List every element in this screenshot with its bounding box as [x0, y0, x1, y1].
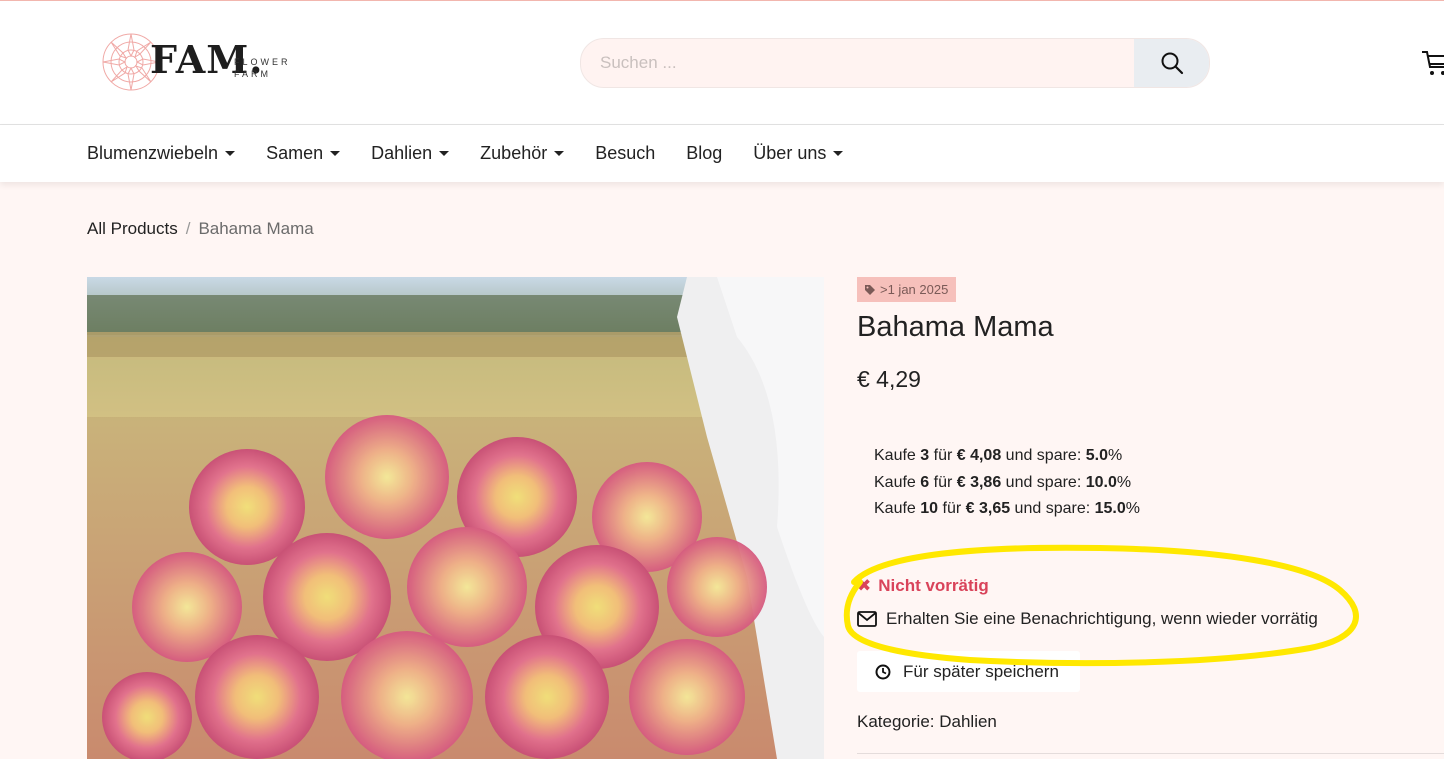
section-divider — [857, 753, 1444, 754]
nav-item-zubehoer[interactable]: Zubehör — [480, 143, 565, 164]
nav-item-dahlien[interactable]: Dahlien — [371, 143, 450, 164]
nav-label: Samen — [266, 143, 324, 163]
nav-item-ueber-uns[interactable]: Über uns — [753, 143, 844, 164]
search-button[interactable] — [1134, 39, 1209, 87]
tag-icon — [865, 284, 875, 295]
nav-item-samen[interactable]: Samen — [266, 143, 341, 164]
clock-icon — [875, 664, 891, 679]
product-price: € 4,29 — [857, 366, 921, 392]
nav-label: Blumenzwiebeln — [87, 143, 219, 163]
notify-label: Erhalten Sie eine Benachrichtigung, wenn… — [886, 609, 1318, 628]
product-category: Kategorie: Dahlien — [857, 712, 997, 732]
caret-down-icon — [225, 151, 236, 156]
nav-item-blumenzwiebeln[interactable]: Blumenzwiebeln — [87, 143, 236, 164]
category-link[interactable]: Dahlien — [939, 712, 997, 731]
main-navigation: Blumenzwiebeln Samen Dahlien Zubehör Bes… — [0, 125, 1444, 182]
save-for-later-label: Für später speichern — [903, 661, 1059, 681]
product-image[interactable] — [87, 277, 824, 759]
search-input[interactable] — [581, 39, 1133, 87]
nav-label: Dahlien — [371, 143, 433, 163]
nav-label: Zubehör — [480, 143, 548, 163]
tag-label: >1 jan 2025 — [880, 282, 949, 297]
breadcrumb: All Products / Bahama Mama — [87, 219, 314, 239]
cross-icon: ✖ — [857, 576, 872, 595]
envelope-icon — [857, 611, 877, 627]
caret-down-icon — [439, 151, 450, 156]
breadcrumb-root-link[interactable]: All Products — [87, 219, 178, 238]
logo-sub-line-2: FARM — [234, 69, 272, 79]
product-title: Bahama Mama — [857, 311, 1054, 343]
search-bar — [580, 38, 1210, 88]
nav-label: Besuch — [595, 143, 656, 163]
logo-sub-line-1: FLOWER — [234, 57, 291, 67]
search-icon — [1161, 52, 1183, 75]
site-logo[interactable]: FAM. FLOWER FARM — [98, 29, 308, 95]
cart-button[interactable] — [1420, 48, 1444, 78]
nav-label: Über uns — [753, 143, 827, 163]
shopping-cart-icon — [1422, 51, 1444, 75]
caret-down-icon — [833, 151, 844, 156]
caret-down-icon — [330, 151, 341, 156]
nav-item-besuch[interactable]: Besuch — [595, 143, 655, 164]
stock-status-label: Nicht vorrätig — [878, 576, 989, 595]
discount-tier: Kaufe 3 für € 4,08 und spare: 5.0% — [874, 447, 1123, 464]
category-label: Kategorie: — [857, 712, 935, 731]
stock-status: ✖ Nicht vorrätig — [857, 576, 989, 596]
nav-item-blog[interactable]: Blog — [686, 143, 722, 164]
caret-down-icon — [554, 151, 565, 156]
discount-tier: Kaufe 6 für € 3,86 und spare: 10.0% — [874, 473, 1132, 491]
site-header: FAM. FLOWER FARM — [0, 1, 1444, 124]
availability-tag: >1 jan 2025 — [857, 277, 957, 302]
breadcrumb-current: Bahama Mama — [198, 219, 314, 238]
discount-tier: Kaufe 10 für € 3,65 und spare: 15.0% — [874, 500, 1140, 517]
notify-back-in-stock-link[interactable]: Erhalten Sie eine Benachrichtigung, wenn… — [857, 609, 1318, 629]
logo-subtitle: FLOWER FARM — [234, 56, 291, 80]
quantity-discount-list: Kaufe 3 für € 4,08 und spare: 5.0% Kaufe… — [874, 443, 1140, 523]
dahlia-bouquet-photo — [87, 277, 824, 759]
nav-label: Blog — [686, 143, 723, 163]
breadcrumb-separator: / — [185, 219, 191, 238]
save-for-later-button[interactable]: Für später speichern — [857, 651, 1080, 692]
